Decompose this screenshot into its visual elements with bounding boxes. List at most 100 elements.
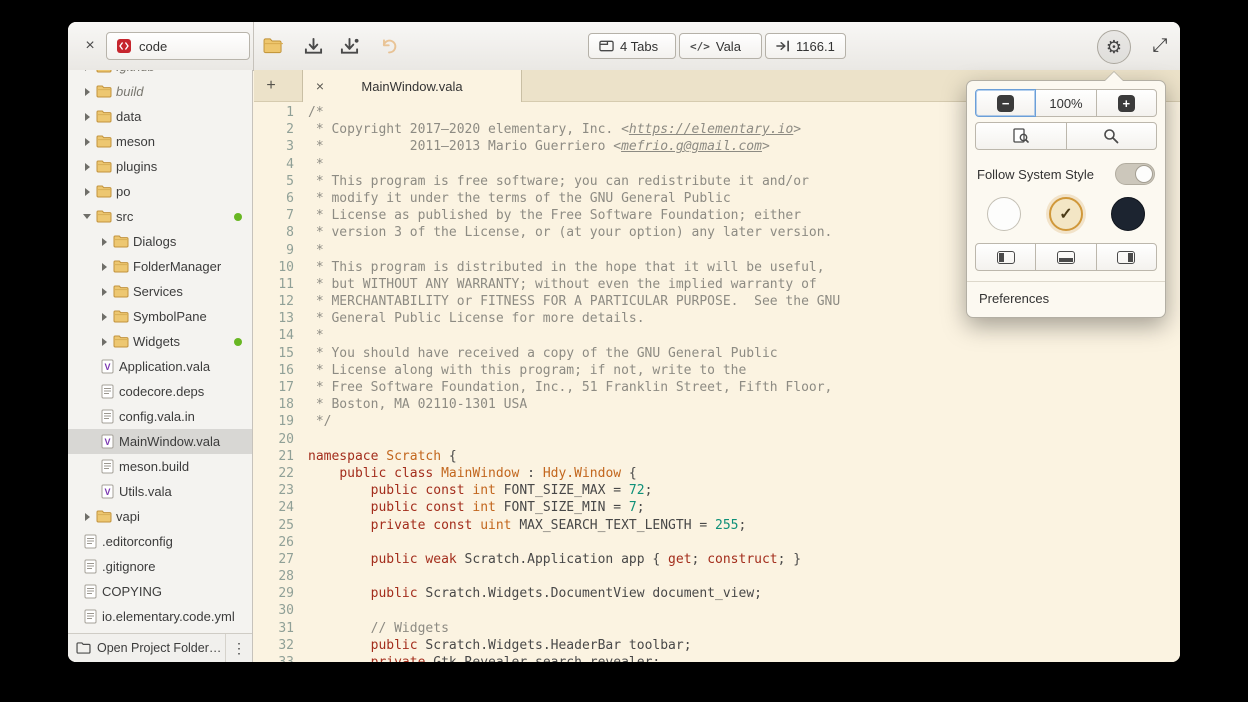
expand-arrow-icon[interactable] xyxy=(97,279,111,304)
expand-arrow-icon[interactable] xyxy=(97,254,111,279)
fullscreen-button[interactable]: ⤢ xyxy=(1146,32,1174,60)
language-button[interactable]: </> Vala xyxy=(679,33,762,59)
tree-item-symbolpane[interactable]: SymbolPane xyxy=(68,304,252,329)
tree-item-src[interactable]: src xyxy=(68,204,252,229)
code-line[interactable]: 19 */ xyxy=(254,413,1180,430)
new-tab-button[interactable]: + xyxy=(260,75,282,97)
expand-arrow-icon[interactable] xyxy=(80,179,94,204)
tree-item-dialogs[interactable]: Dialogs xyxy=(68,229,252,254)
tree-item-label: src xyxy=(116,209,133,224)
code-line[interactable]: 25 private const uint MAX_SEARCH_TEXT_LE… xyxy=(254,517,1180,534)
line-number: 2 xyxy=(254,121,308,138)
expand-arrow-icon[interactable] xyxy=(80,104,94,129)
tree-item-copying[interactable]: COPYING xyxy=(68,579,252,604)
preferences-menu-item[interactable]: Preferences xyxy=(975,282,1157,309)
line-content: * 2011–2013 Mario Guerriero <mefrio.g@gm… xyxy=(308,138,770,155)
status-badge xyxy=(234,213,242,221)
expand-arrow-icon[interactable] xyxy=(97,229,111,254)
code-line[interactable]: 33 private Gtk.Revealer search_revealer; xyxy=(254,654,1180,662)
expand-arrow-icon[interactable] xyxy=(80,70,94,79)
code-line[interactable]: 24 public const int FONT_SIZE_MIN = 7; xyxy=(254,499,1180,516)
collapse-arrow-icon[interactable] xyxy=(80,204,94,229)
tree-item-meson.build[interactable]: meson.build xyxy=(68,454,252,479)
line-number: 23 xyxy=(254,482,308,499)
settings-menu-button[interactable]: ⚙ xyxy=(1097,30,1131,64)
light-style-button[interactable] xyxy=(987,197,1021,231)
tree-item-widgets[interactable]: Widgets xyxy=(68,329,252,354)
code-line[interactable]: 21namespace Scratch { xyxy=(254,448,1180,465)
text-file-icon xyxy=(80,604,100,629)
code-line[interactable]: 26 xyxy=(254,534,1180,551)
gear-icon: ⚙ xyxy=(1106,37,1122,58)
save-as-button[interactable] xyxy=(336,35,362,57)
tree-item-po[interactable]: po xyxy=(68,179,252,204)
open-file-button[interactable] xyxy=(260,35,286,57)
code-line[interactable]: 14 * xyxy=(254,327,1180,344)
code-line[interactable]: 15 * You should have received a copy of … xyxy=(254,345,1180,362)
code-line[interactable]: 17 * Free Software Foundation, Inc., 51 … xyxy=(254,379,1180,396)
code-line[interactable]: 18 * Boston, MA 02110-1301 USA xyxy=(254,396,1180,413)
expand-arrow-icon[interactable] xyxy=(80,79,94,104)
tree-item-io.elementary.code.yml[interactable]: io.elementary.code.yml xyxy=(68,604,252,629)
code-line[interactable]: 23 public const int FONT_SIZE_MAX = 72; xyxy=(254,482,1180,499)
code-line[interactable]: 31 // Widgets xyxy=(254,620,1180,637)
tree-item-.github[interactable]: .github xyxy=(68,70,252,79)
zoom-out-button[interactable]: − xyxy=(975,89,1036,117)
window-close-button[interactable]: × xyxy=(80,36,100,56)
tree-item-foldermanager[interactable]: FolderManager xyxy=(68,254,252,279)
dark-style-button[interactable] xyxy=(1111,197,1145,231)
tree-item-utils.vala[interactable]: VUtils.vala xyxy=(68,479,252,504)
expand-arrow-icon[interactable] xyxy=(97,304,111,329)
code-line[interactable]: 30 xyxy=(254,602,1180,619)
expand-arrow-icon[interactable] xyxy=(80,129,94,154)
zoom-level-label: 100% xyxy=(1049,96,1082,111)
tree-item-.editorconfig[interactable]: .editorconfig xyxy=(68,529,252,554)
tab-mainwindow-vala[interactable]: × MainWindow.vala xyxy=(302,70,522,102)
tree-item-data[interactable]: data xyxy=(68,104,252,129)
project-sidebar: .githubbuilddatamesonpluginspo src Dialogs… xyxy=(68,70,253,662)
tree-item-codecore.deps[interactable]: codecore.deps xyxy=(68,379,252,404)
tree-item-.gitignore[interactable]: .gitignore xyxy=(68,554,252,579)
sepia-style-button[interactable]: ✓ xyxy=(1049,197,1083,231)
code-line[interactable]: 27 public weak Scratch.Application app {… xyxy=(254,551,1180,568)
search-button[interactable] xyxy=(1066,122,1158,150)
follow-system-style-row: Follow System Style xyxy=(977,163,1155,185)
save-button[interactable] xyxy=(300,35,326,57)
text-file-icon xyxy=(80,554,100,579)
layout-sidebar-left-button[interactable] xyxy=(975,243,1036,271)
code-line[interactable]: 22 public class MainWindow : Hdy.Window … xyxy=(254,465,1180,482)
layout-panel-bottom-button[interactable] xyxy=(1035,243,1096,271)
expand-arrow-icon[interactable] xyxy=(80,504,94,529)
line-number: 31 xyxy=(254,620,308,637)
expand-arrow-icon[interactable] xyxy=(97,329,111,354)
code-line[interactable]: 29 public Scratch.Widgets.DocumentView d… xyxy=(254,585,1180,602)
zoom-in-button[interactable]: + xyxy=(1096,89,1157,117)
tab-counter-button[interactable]: 4 Tabs xyxy=(588,33,676,59)
follow-system-style-toggle[interactable] xyxy=(1115,163,1155,185)
folder-icon xyxy=(111,329,131,354)
open-project-folder-button[interactable]: Open Project Folder… ⋮ xyxy=(68,633,252,662)
line-number: 17 xyxy=(254,379,308,396)
tree-item-vapi[interactable]: vapi xyxy=(68,504,252,529)
tab-close-icon[interactable]: × xyxy=(312,78,328,94)
zoom-level-button[interactable]: 100% xyxy=(1035,89,1096,117)
text-file-icon xyxy=(80,529,100,554)
line-number: 3 xyxy=(254,138,308,155)
code-line[interactable]: 28 xyxy=(254,568,1180,585)
layout-sidebar-right-button[interactable] xyxy=(1096,243,1157,271)
code-line[interactable]: 16 * License along with this program; if… xyxy=(254,362,1180,379)
tree-item-application.vala[interactable]: VApplication.vala xyxy=(68,354,252,379)
find-in-page-button[interactable] xyxy=(975,122,1067,150)
tree-item-build[interactable]: build xyxy=(68,79,252,104)
tree-item-mainwindow.vala[interactable]: VMainWindow.vala xyxy=(68,429,252,454)
tree-item-plugins[interactable]: plugins xyxy=(68,154,252,179)
sidebar-menu-button[interactable]: ⋮ xyxy=(225,634,252,662)
goto-line-button[interactable]: 1166.1 xyxy=(765,33,846,59)
tree-item-config.vala.in[interactable]: config.vala.in xyxy=(68,404,252,429)
expand-arrow-icon[interactable] xyxy=(80,154,94,179)
code-line[interactable]: 20 xyxy=(254,431,1180,448)
project-chooser-button[interactable]: code xyxy=(106,32,250,60)
tree-item-services[interactable]: Services xyxy=(68,279,252,304)
code-line[interactable]: 32 public Scratch.Widgets.HeaderBar tool… xyxy=(254,637,1180,654)
tree-item-meson[interactable]: meson xyxy=(68,129,252,154)
